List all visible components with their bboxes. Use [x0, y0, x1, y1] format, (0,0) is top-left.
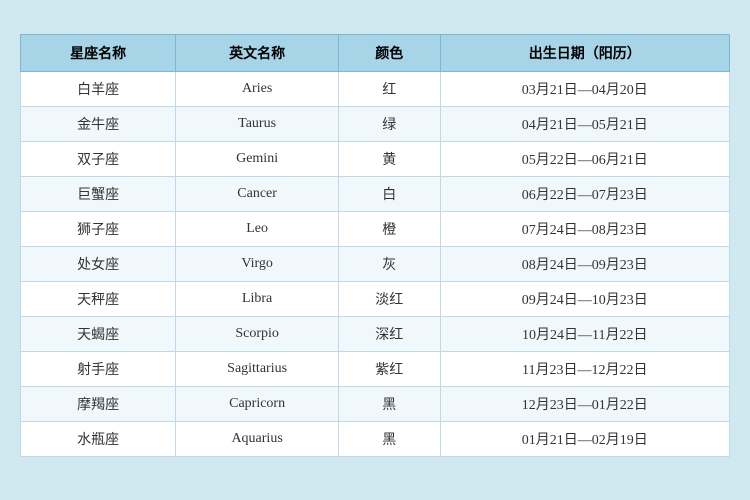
cell-color: 绿 — [338, 106, 440, 141]
cell-dates: 09月24日—10月23日 — [440, 281, 729, 316]
cell-chinese-name: 狮子座 — [21, 211, 176, 246]
cell-english-name: Sagittarius — [176, 351, 339, 386]
cell-chinese-name: 白羊座 — [21, 71, 176, 106]
table-row: 天秤座Libra淡红09月24日—10月23日 — [21, 281, 730, 316]
table-row: 狮子座Leo橙07月24日—08月23日 — [21, 211, 730, 246]
cell-dates: 03月21日—04月20日 — [440, 71, 729, 106]
cell-chinese-name: 摩羯座 — [21, 386, 176, 421]
cell-english-name: Cancer — [176, 176, 339, 211]
cell-dates: 01月21日—02月19日 — [440, 421, 729, 456]
cell-chinese-name: 金牛座 — [21, 106, 176, 141]
cell-english-name: Virgo — [176, 246, 339, 281]
cell-color: 淡红 — [338, 281, 440, 316]
table-row: 天蝎座Scorpio深红10月24日—11月22日 — [21, 316, 730, 351]
cell-chinese-name: 巨蟹座 — [21, 176, 176, 211]
table-row: 水瓶座Aquarius黑01月21日—02月19日 — [21, 421, 730, 456]
cell-color: 深红 — [338, 316, 440, 351]
cell-color: 黑 — [338, 421, 440, 456]
zodiac-table: 星座名称 英文名称 颜色 出生日期（阳历） 白羊座Aries红03月21日—04… — [20, 34, 730, 457]
cell-chinese-name: 水瓶座 — [21, 421, 176, 456]
table-row: 双子座Gemini黄05月22日—06月21日 — [21, 141, 730, 176]
main-container: 星座名称 英文名称 颜色 出生日期（阳历） 白羊座Aries红03月21日—04… — [0, 24, 750, 477]
cell-color: 紫红 — [338, 351, 440, 386]
cell-english-name: Capricorn — [176, 386, 339, 421]
header-english-name: 英文名称 — [176, 34, 339, 71]
cell-english-name: Scorpio — [176, 316, 339, 351]
cell-chinese-name: 双子座 — [21, 141, 176, 176]
cell-color: 黑 — [338, 386, 440, 421]
table-row: 金牛座Taurus绿04月21日—05月21日 — [21, 106, 730, 141]
cell-dates: 08月24日—09月23日 — [440, 246, 729, 281]
cell-color: 橙 — [338, 211, 440, 246]
cell-english-name: Gemini — [176, 141, 339, 176]
cell-chinese-name: 天蝎座 — [21, 316, 176, 351]
table-header-row: 星座名称 英文名称 颜色 出生日期（阳历） — [21, 34, 730, 71]
cell-dates: 04月21日—05月21日 — [440, 106, 729, 141]
cell-chinese-name: 天秤座 — [21, 281, 176, 316]
table-row: 射手座Sagittarius紫红11月23日—12月22日 — [21, 351, 730, 386]
cell-dates: 10月24日—11月22日 — [440, 316, 729, 351]
cell-color: 红 — [338, 71, 440, 106]
table-row: 摩羯座Capricorn黑12月23日—01月22日 — [21, 386, 730, 421]
cell-dates: 11月23日—12月22日 — [440, 351, 729, 386]
cell-dates: 06月22日—07月23日 — [440, 176, 729, 211]
header-dates: 出生日期（阳历） — [440, 34, 729, 71]
cell-color: 灰 — [338, 246, 440, 281]
table-row: 白羊座Aries红03月21日—04月20日 — [21, 71, 730, 106]
cell-english-name: Aquarius — [176, 421, 339, 456]
cell-color: 白 — [338, 176, 440, 211]
cell-dates: 05月22日—06月21日 — [440, 141, 729, 176]
cell-chinese-name: 射手座 — [21, 351, 176, 386]
cell-dates: 12月23日—01月22日 — [440, 386, 729, 421]
cell-dates: 07月24日—08月23日 — [440, 211, 729, 246]
table-row: 巨蟹座Cancer白06月22日—07月23日 — [21, 176, 730, 211]
cell-english-name: Leo — [176, 211, 339, 246]
cell-english-name: Taurus — [176, 106, 339, 141]
cell-english-name: Libra — [176, 281, 339, 316]
header-color: 颜色 — [338, 34, 440, 71]
cell-color: 黄 — [338, 141, 440, 176]
cell-english-name: Aries — [176, 71, 339, 106]
table-row: 处女座Virgo灰08月24日—09月23日 — [21, 246, 730, 281]
header-chinese-name: 星座名称 — [21, 34, 176, 71]
cell-chinese-name: 处女座 — [21, 246, 176, 281]
